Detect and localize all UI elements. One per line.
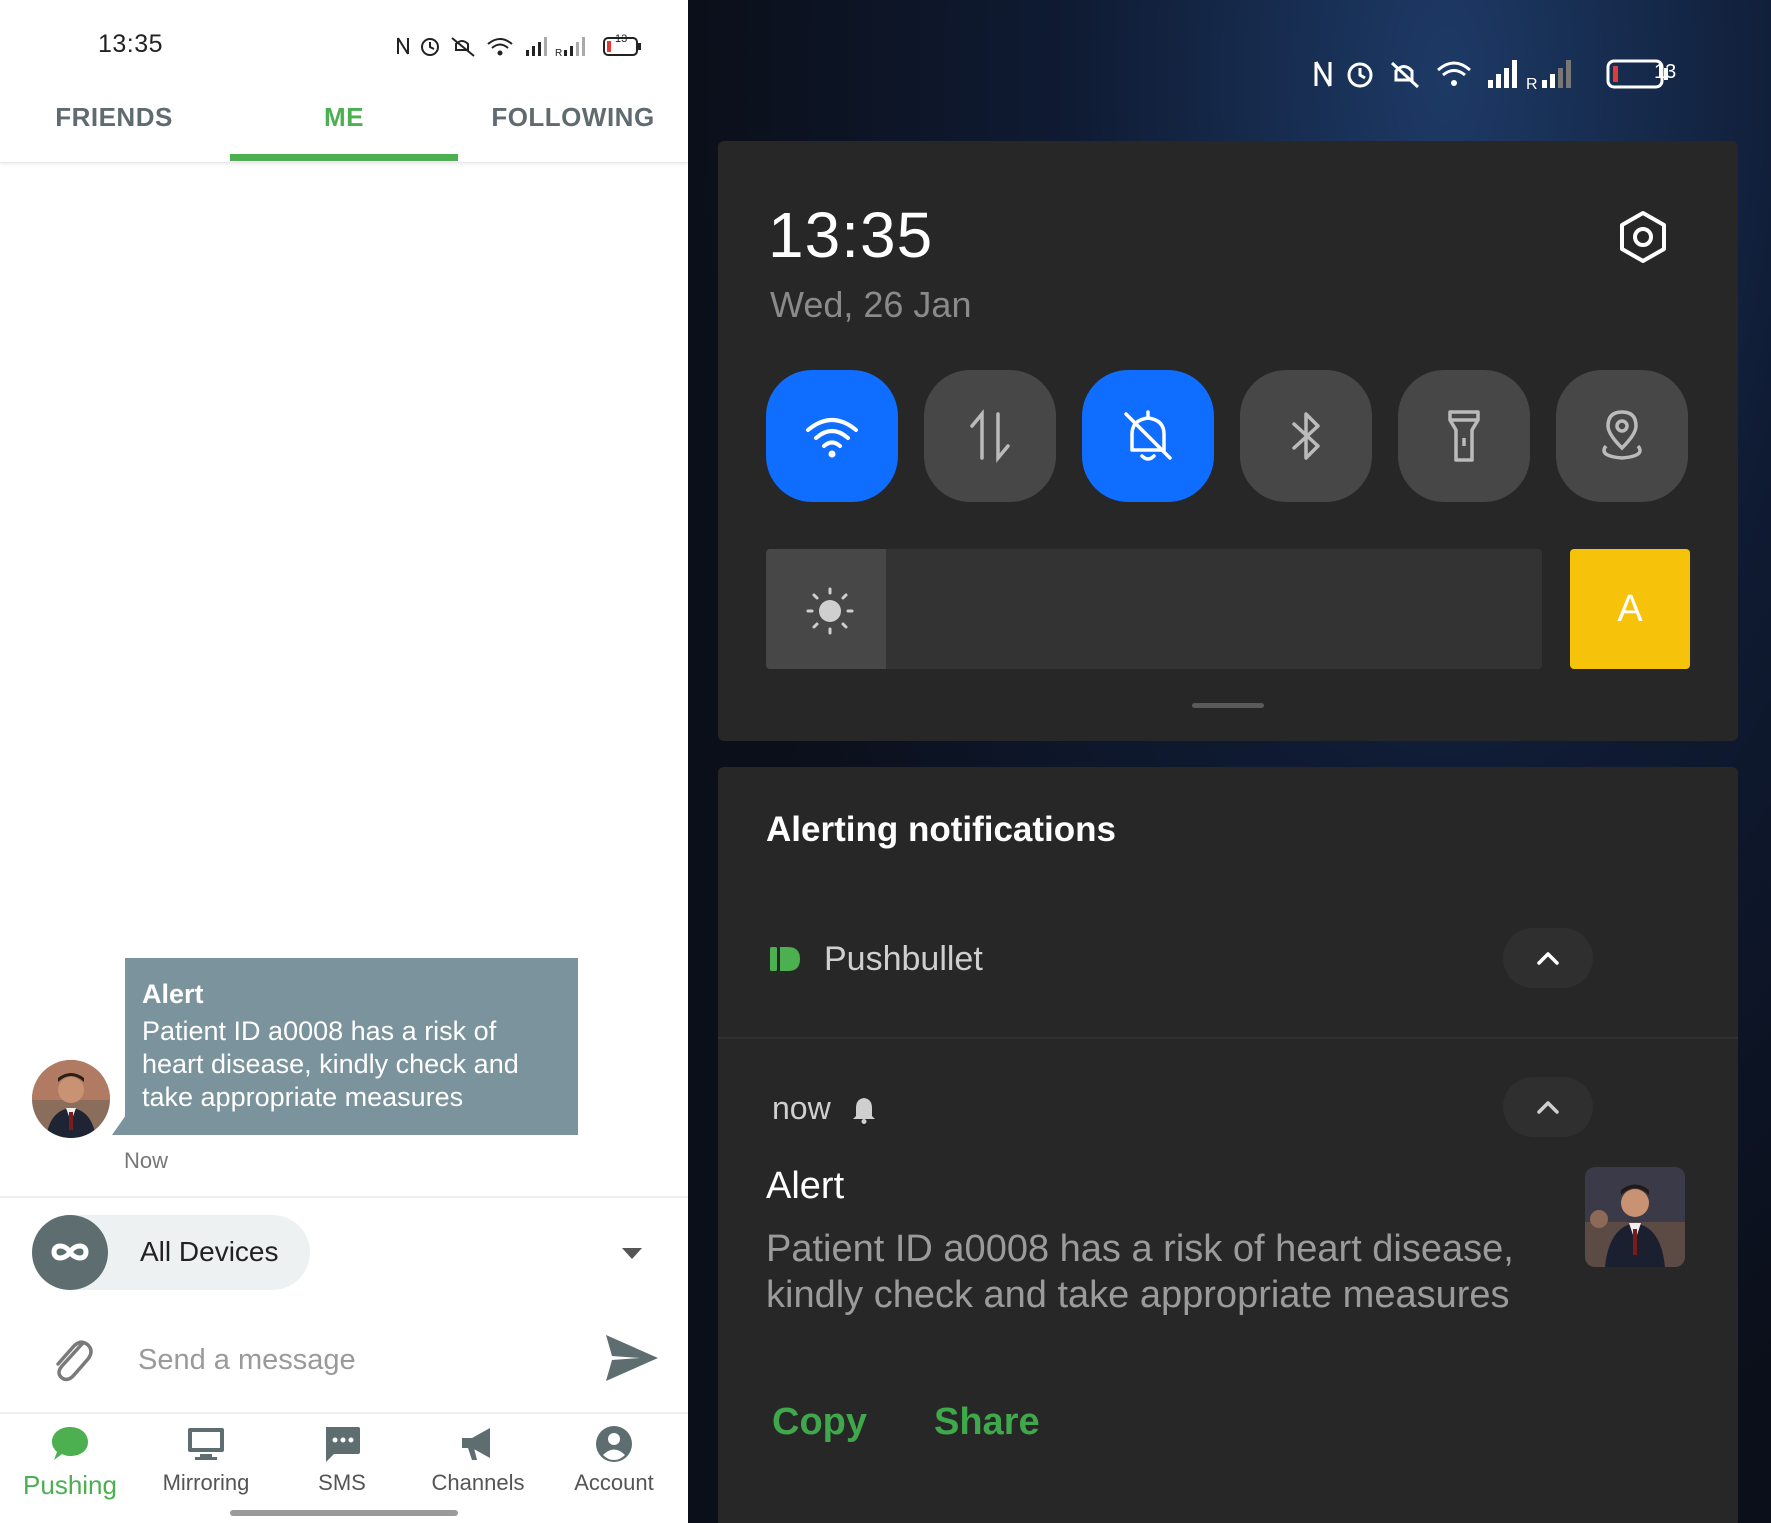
- pushbullet-icon: [770, 947, 800, 971]
- location-icon: [1602, 410, 1642, 460]
- status-bar-time: 13:35: [98, 30, 164, 58]
- tile-wifi[interactable]: [766, 370, 898, 502]
- tile-location[interactable]: [1556, 370, 1688, 502]
- monitor-icon: [188, 1428, 224, 1460]
- flashlight-icon: [1448, 410, 1480, 462]
- status-bar-icons: R: [1314, 59, 1668, 93]
- gear-icon[interactable]: [1616, 210, 1670, 264]
- divider: [0, 1412, 688, 1414]
- tab-friends[interactable]: FRIENDS: [34, 102, 194, 133]
- chevron-up-icon: [1537, 1101, 1559, 1114]
- collapse-notification-button[interactable]: [1503, 1077, 1593, 1137]
- chevron-down-icon[interactable]: [622, 1248, 642, 1259]
- notification-body: Patient ID a0008 has a risk of heart dis…: [766, 1228, 1514, 1316]
- silent-mode-icon: [1124, 410, 1172, 461]
- sender-avatar[interactable]: [32, 1060, 110, 1138]
- battery-level: 13: [1654, 61, 1677, 83]
- notification-app-name: Pushbullet: [824, 940, 983, 978]
- quick-settings-time: 13:35: [768, 199, 934, 271]
- nav-label: Mirroring: [162, 1470, 250, 1495]
- nav-channels[interactable]: Channels: [418, 1424, 538, 1504]
- nav-account[interactable]: Account: [554, 1424, 674, 1504]
- nfc-icon: [1314, 61, 1332, 87]
- mobile-data-icon: [970, 409, 1010, 463]
- nav-pushing[interactable]: Pushing: [10, 1424, 130, 1504]
- notification-section-header: Alerting notifications: [766, 810, 1116, 849]
- share-action-button[interactable]: Share: [934, 1401, 1040, 1444]
- signal-icon: [1488, 60, 1517, 88]
- message-bubble[interactable]: Alert Patient ID a0008 has a risk of hea…: [125, 958, 578, 1135]
- quick-settings-date: Wed, 26 Jan: [770, 284, 972, 325]
- bluetooth-icon: [1292, 412, 1320, 460]
- tile-silent-mode[interactable]: [1082, 370, 1214, 502]
- nfc-icon: [397, 37, 409, 55]
- tab-bar: FRIENDS ME FOLLOWING: [0, 90, 688, 163]
- nav-label: Account: [574, 1470, 654, 1495]
- notification-time: now: [772, 1090, 831, 1126]
- bell-icon: [853, 1098, 875, 1124]
- nav-label: Pushing: [23, 1470, 117, 1500]
- tab-me[interactable]: ME: [264, 102, 424, 133]
- nav-mirroring[interactable]: Mirroring: [146, 1424, 266, 1504]
- message-input[interactable]: [138, 1338, 578, 1382]
- notification-title: Alert: [766, 1165, 845, 1207]
- svg-text:R: R: [555, 48, 562, 59]
- signal-icon: [526, 37, 547, 56]
- megaphone-icon: [462, 1428, 490, 1460]
- auto-brightness-button[interactable]: A: [1570, 549, 1690, 669]
- copy-action-button[interactable]: Copy: [772, 1401, 867, 1444]
- device-selector-label: All Devices: [140, 1236, 279, 1267]
- divider: [0, 1196, 688, 1198]
- drag-handle[interactable]: [1192, 703, 1264, 708]
- paperclip-icon[interactable]: [46, 1332, 94, 1384]
- sun-icon: [806, 587, 854, 635]
- nav-sms[interactable]: SMS: [282, 1424, 402, 1504]
- active-tab-indicator: [230, 154, 458, 161]
- sms-icon: [326, 1427, 360, 1462]
- svg-text:R: R: [1526, 76, 1538, 93]
- account-icon: [596, 1426, 632, 1462]
- wifi-icon: [806, 418, 858, 458]
- home-indicator[interactable]: [230, 1510, 458, 1516]
- status-bar-icons: R: [397, 37, 641, 59]
- collapse-group-button[interactable]: [1503, 928, 1593, 988]
- tile-bluetooth[interactable]: [1240, 370, 1372, 502]
- divider: [718, 1037, 1738, 1039]
- brightness-slider[interactable]: [766, 549, 1542, 669]
- chat-bubble-icon: [52, 1427, 88, 1460]
- notification-thumbnail: [1585, 1167, 1685, 1267]
- wifi-status-icon: [487, 38, 513, 49]
- message-body: Patient ID a0008 has a risk of heart dis…: [142, 1016, 519, 1112]
- infinity-icon: [32, 1215, 108, 1290]
- chevron-up-icon: [1537, 952, 1559, 965]
- message-time: Now: [124, 1148, 169, 1173]
- tab-following[interactable]: FOLLOWING: [478, 102, 668, 133]
- send-icon[interactable]: [604, 1333, 660, 1383]
- notification-shade: R 13 13:35 Wed, 26 Jan A Alerting notifi…: [688, 0, 1771, 1523]
- battery-level: 13: [615, 33, 628, 45]
- pushbullet-app-screen: 13:35 R 13 FRIENDS ME FOLLOWING Alert Pa…: [0, 0, 688, 1523]
- tile-mobile-data[interactable]: [924, 370, 1056, 502]
- tile-flashlight[interactable]: [1398, 370, 1530, 502]
- notification-card: [718, 767, 1738, 1523]
- nav-label: Channels: [431, 1470, 525, 1495]
- bubble-tail: [112, 1115, 126, 1135]
- message-title: Alert: [142, 979, 204, 1009]
- nav-label: SMS: [318, 1470, 366, 1495]
- wifi-status-icon: [1437, 61, 1471, 77]
